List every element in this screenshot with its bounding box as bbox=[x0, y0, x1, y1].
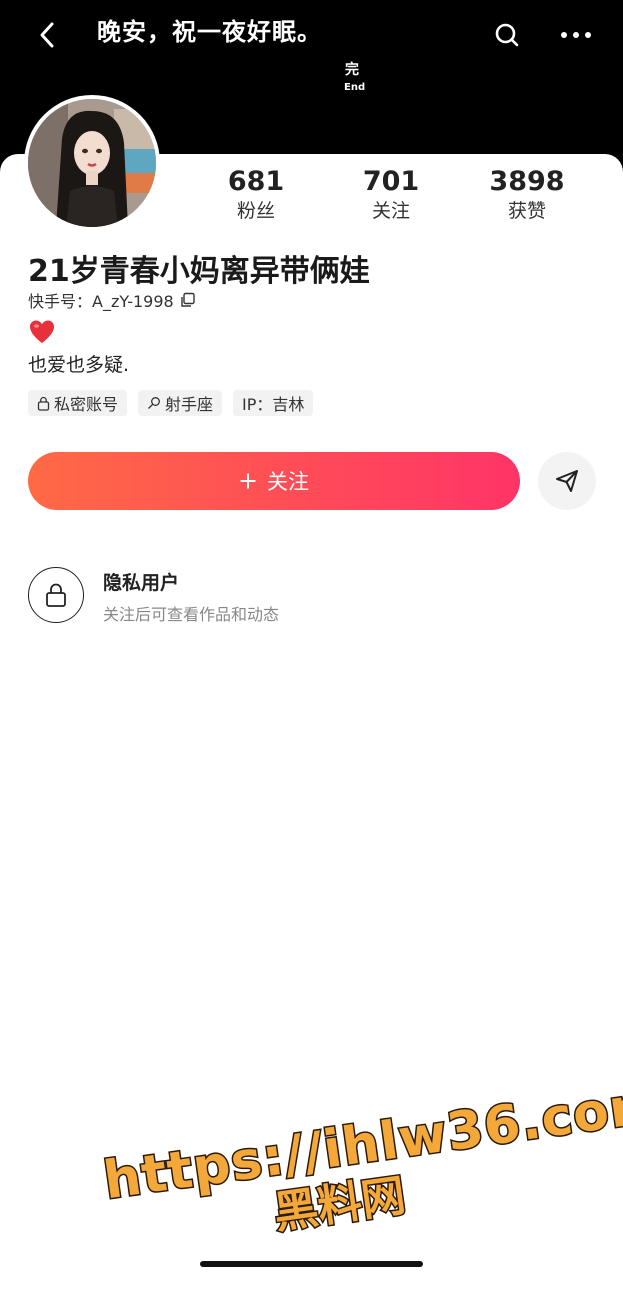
stat-likes-value: 3898 bbox=[489, 166, 565, 197]
header-subtitle-end: End bbox=[344, 82, 366, 93]
more-icon bbox=[561, 32, 591, 38]
stat-likes-label: 获赞 bbox=[507, 200, 546, 222]
stat-followers-label: 粉丝 bbox=[236, 200, 275, 222]
avatar[interactable] bbox=[24, 95, 160, 231]
heart-icon bbox=[30, 320, 54, 343]
profile-bio: 也爱也多疑. bbox=[28, 354, 130, 376]
avatar-image bbox=[28, 99, 156, 227]
stat-following-label: 关注 bbox=[371, 200, 410, 222]
account-id-row: 快手号：A_zY-1998 bbox=[28, 288, 196, 312]
profile-name: 21岁青春小妈离异带俩娃 bbox=[28, 254, 370, 289]
tag-ip-label: IP：吉林 bbox=[242, 395, 305, 414]
stat-likes[interactable]: 3898 获赞 bbox=[467, 166, 587, 224]
search-icon bbox=[495, 23, 519, 47]
send-message-button[interactable] bbox=[538, 452, 596, 510]
tag-ip-location: IP：吉林 bbox=[233, 390, 314, 416]
zodiac-icon bbox=[148, 397, 160, 409]
stat-following[interactable]: 701 关注 bbox=[331, 166, 451, 224]
tag-zodiac: 射手座 bbox=[138, 390, 223, 416]
tag-zodiac-label: 射手座 bbox=[165, 395, 214, 414]
stat-followers[interactable]: 681 粉丝 bbox=[196, 166, 316, 224]
chevron-left-icon bbox=[40, 22, 54, 48]
lock-icon bbox=[46, 583, 66, 607]
copy-button[interactable] bbox=[180, 292, 196, 308]
lock-small-icon bbox=[37, 396, 50, 411]
more-button[interactable] bbox=[556, 18, 596, 52]
private-user-title: 隐私用户 bbox=[103, 572, 180, 594]
header-title: 晚安，祝一夜好眠。 bbox=[97, 18, 322, 46]
header-subtitle-char: 完 bbox=[345, 62, 359, 78]
follow-button[interactable]: 关注 bbox=[28, 452, 520, 510]
home-indicator[interactable] bbox=[200, 1261, 423, 1267]
stat-following-value: 701 bbox=[362, 166, 420, 197]
follow-button-label: 关注 bbox=[267, 470, 309, 494]
tag-private-label: 私密账号 bbox=[54, 395, 119, 414]
private-user-description: 关注后可查看作品和动态 bbox=[103, 605, 280, 624]
tag-private-account: 私密账号 bbox=[28, 390, 128, 416]
account-id: 快手号：A_zY-1998 bbox=[28, 292, 174, 311]
search-button[interactable] bbox=[490, 18, 524, 52]
send-icon bbox=[556, 470, 578, 492]
private-lock-badge bbox=[28, 567, 84, 623]
stat-followers-value: 681 bbox=[227, 166, 285, 197]
back-button[interactable] bbox=[30, 18, 64, 52]
copy-icon bbox=[181, 292, 195, 307]
profile-tags: 私密账号 射手座 IP：吉林 bbox=[28, 390, 314, 416]
plus-icon bbox=[240, 473, 256, 489]
